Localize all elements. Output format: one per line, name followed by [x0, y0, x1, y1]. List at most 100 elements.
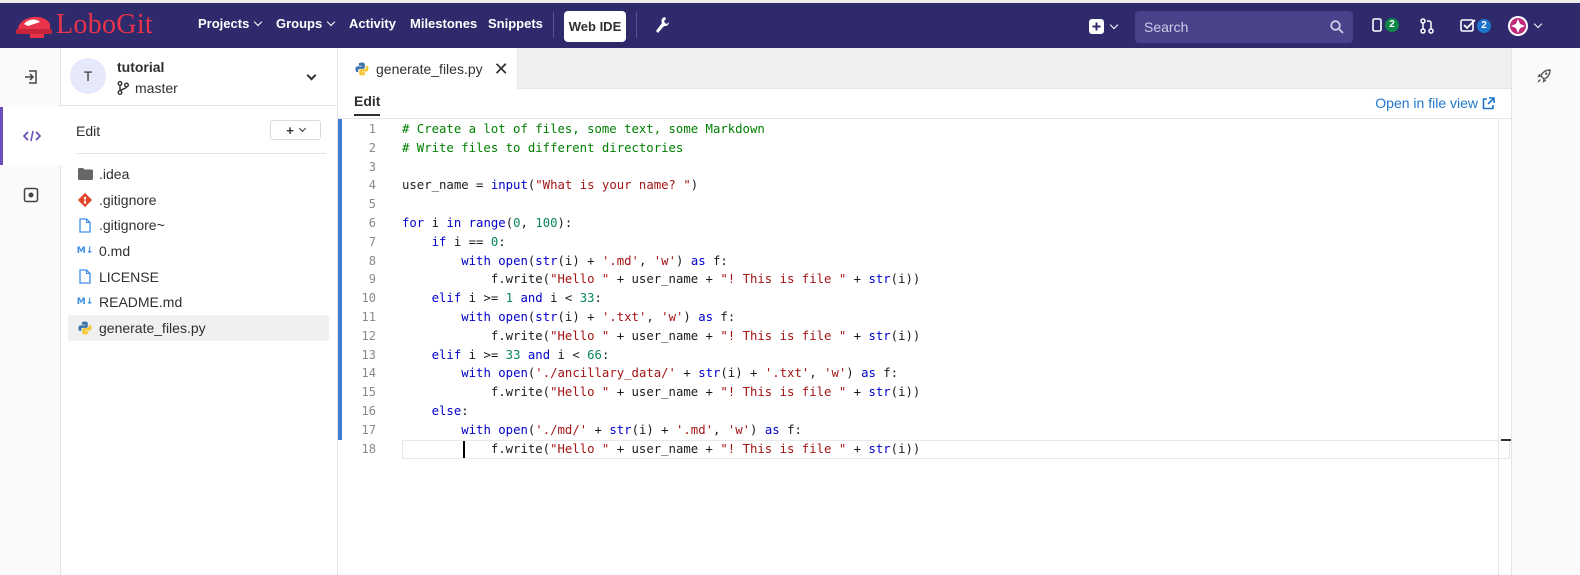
brand-name: LoboGit — [56, 9, 153, 40]
open-in-file-view-link[interactable]: Open in file view — [1375, 95, 1495, 111]
code-icon — [23, 130, 41, 142]
editor-mode-bar: Edit Open in file view — [338, 89, 1511, 119]
nav-groups[interactable]: Groups — [276, 14, 336, 34]
code-line[interactable]: 1 # Create a lot of files, some text, som… — [338, 120, 1498, 139]
code-text: # Create a lot of files, some text, some… — [402, 122, 765, 136]
file-item-gitignore[interactable]: .gitignore — [68, 187, 329, 213]
brand-logo-icon — [14, 10, 54, 40]
code-line[interactable]: 5 — [338, 195, 1498, 214]
branch-name: master — [135, 80, 178, 96]
project-name: tutorial — [117, 59, 165, 75]
wrench-icon[interactable] — [654, 16, 670, 37]
editor-tab-bar: generate_files.py ✕ — [338, 48, 1511, 90]
file-item-label: README.md — [99, 294, 183, 311]
code-line[interactable]: 10 elif i >= 1 and i < 33: — [338, 289, 1498, 308]
close-icon[interactable]: ✕ — [494, 60, 509, 78]
file-item-license[interactable]: LICENSE — [68, 264, 329, 290]
branch-indicator: master — [117, 80, 178, 96]
code-text: for i in range(0, 100): — [402, 216, 573, 230]
line-number: 6 — [368, 216, 376, 230]
nav-activity[interactable]: Activity — [349, 14, 396, 34]
nav-projects-label: Projects — [198, 16, 250, 31]
file-item-readme[interactable]: M↓ README.md — [68, 289, 329, 315]
file-item-generate-files[interactable]: generate_files.py — [68, 315, 329, 341]
code-line[interactable]: 2 # Write files to different directories — [338, 139, 1498, 158]
file-item-label: generate_files.py — [99, 319, 206, 336]
tab-edit[interactable]: Edit — [354, 93, 381, 116]
todos-button[interactable]: 2 — [1460, 18, 1491, 33]
edit-mode-button[interactable] — [0, 107, 61, 165]
nav-projects[interactable]: Projects — [198, 14, 263, 34]
todo-check-icon — [1460, 19, 1476, 32]
file-item-label: .idea — [99, 165, 130, 182]
code-line[interactable]: 18 f.write("Hello " + user_name + "! Thi… — [338, 440, 1498, 459]
code-line[interactable]: 14 with open('./ancillary_data/' + str(i… — [338, 364, 1498, 383]
code-line[interactable]: 9 f.write("Hello " + user_name + "! This… — [338, 270, 1498, 289]
nav-milestones[interactable]: Milestones — [410, 14, 477, 34]
code-line[interactable]: 12 f.write("Hello " + user_name + "! Thi… — [338, 327, 1498, 346]
file-tab-label: generate_files.py — [376, 61, 483, 77]
line-number: 17 — [361, 422, 376, 437]
code-editor[interactable]: 1 # Create a lot of files, some text, som… — [338, 119, 1512, 575]
markdown-icon: M↓ — [76, 297, 94, 308]
commit-mode-button[interactable] — [0, 166, 61, 224]
code-line[interactable]: 8 with open(str(i) + '.md', 'w') as f: — [338, 252, 1498, 271]
leave-ide-button[interactable] — [0, 48, 61, 106]
todos-count-badge: 2 — [1477, 18, 1491, 33]
brand-logo[interactable]: LoboGit — [14, 10, 153, 40]
file-icon — [77, 269, 93, 285]
file-item-gitignore-backup[interactable]: .gitignore~ — [68, 212, 329, 238]
pipelines-button[interactable] — [1537, 69, 1551, 86]
code-text: user_name = input("What is your name? ") — [402, 178, 699, 193]
project-switcher[interactable]: T tutorial master — [61, 48, 338, 106]
file-item-label: 0.md — [99, 242, 131, 259]
code-text: f.write("Hello " + user_name + "! This i… — [402, 272, 921, 287]
line-number: 15 — [361, 385, 376, 400]
new-file-dropdown[interactable]: + — [270, 120, 321, 140]
code-line[interactable]: 3 — [338, 158, 1498, 177]
user-menu[interactable] — [1507, 15, 1543, 37]
commit-icon — [23, 187, 38, 203]
code-text: f.write("Hello " + user_name + "! This i… — [402, 385, 921, 400]
file-tree: .idea .gitignore .gitignore~ M↓ 0.md LIC… — [68, 161, 329, 341]
chevron-down-icon — [1109, 20, 1119, 29]
file-icon — [77, 217, 93, 233]
chevron-down-icon — [326, 17, 336, 27]
new-menu-button[interactable] — [1089, 19, 1119, 34]
code-line[interactable]: 4 user_name = input("What is your name? "… — [338, 176, 1498, 195]
file-item-0-md[interactable]: M↓ 0.md — [68, 238, 329, 264]
code-line[interactable]: 7 if i == 0: — [338, 233, 1498, 252]
code-text: with open(str(i) + '.md', 'w') as f: — [461, 253, 728, 268]
issues-icon — [1372, 18, 1382, 32]
code-text: with open('./ancillary_data/' + str(i) +… — [461, 366, 899, 381]
issues-button[interactable]: 2 — [1372, 18, 1399, 32]
right-rail — [1511, 48, 1580, 575]
editor-pane: generate_files.py ✕ Edit Open in file vi… — [338, 48, 1512, 575]
code-line[interactable]: 11 with open(str(i) + '.txt', 'w') as f: — [338, 308, 1498, 327]
file-tree-header: Edit + — [76, 118, 326, 154]
nav-divider — [553, 12, 554, 38]
python-icon — [354, 61, 370, 77]
file-item-idea[interactable]: .idea — [68, 161, 329, 187]
code-line[interactable]: 13 elif i >= 33 and i < 66: — [338, 346, 1498, 365]
code-line[interactable]: 17 with open('./md/' + str(i) + '.md', '… — [338, 421, 1498, 440]
chevron-down-icon — [254, 17, 263, 27]
code-text: f.write("Hello " + user_name + "! This i… — [402, 328, 921, 343]
line-number: 9 — [368, 272, 376, 287]
branch-icon — [117, 81, 129, 95]
chevron-down-icon — [306, 70, 317, 81]
code-line[interactable]: 16 else: — [338, 402, 1498, 421]
search-input[interactable]: Search — [1135, 11, 1353, 43]
code-line[interactable]: 6 for i in range(0, 100): — [338, 214, 1498, 233]
code-line[interactable]: 15 f.write("Hello " + user_name + "! Thi… — [338, 383, 1498, 402]
merge-request-icon[interactable] — [1420, 18, 1434, 37]
code-text: with open('./md/' + str(i) + '.md', 'w')… — [461, 422, 802, 437]
python-icon — [77, 320, 93, 336]
editor-scrollbar[interactable] — [1498, 119, 1512, 575]
code-text: with open(str(i) + '.txt', 'w') as f: — [461, 310, 736, 324]
user-avatar-icon — [1508, 16, 1528, 36]
file-tree-title: Edit — [76, 123, 101, 139]
nav-snippets[interactable]: Snippets — [488, 14, 543, 34]
file-tab-generate-files[interactable]: generate_files.py ✕ — [338, 48, 518, 90]
web-ide-button[interactable]: Web IDE — [564, 11, 626, 42]
